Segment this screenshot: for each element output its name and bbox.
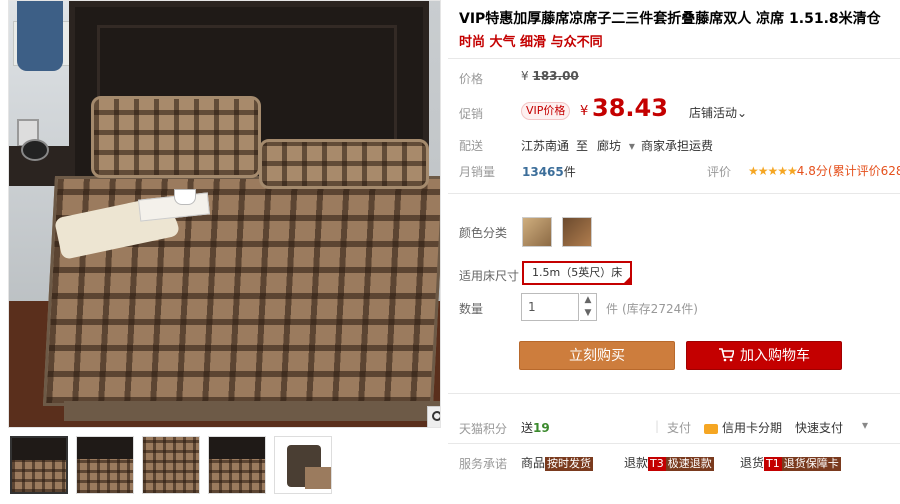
product-title: VIP特惠加厚藤席凉席子二三件套折叠藤席双人 凉席 1.51.8米清仓 bbox=[459, 11, 881, 27]
credit-card-icon bbox=[704, 423, 718, 434]
star-rating-icon: ★★★★★ bbox=[748, 164, 798, 178]
quantity-stepper[interactable]: ▲ ▼ bbox=[580, 293, 597, 321]
fast-refund-badge: 极速退款 bbox=[665, 457, 714, 471]
increment-icon[interactable]: ▲ bbox=[580, 294, 596, 307]
service-return[interactable]: 退货 T1 退货保障卡 bbox=[740, 454, 841, 471]
rating-label: 评价 bbox=[707, 165, 732, 179]
original-price-value: 183.00 bbox=[532, 69, 579, 83]
quick-pay[interactable]: 快速支付 bbox=[795, 419, 843, 436]
quantity-unit: 件 bbox=[606, 302, 619, 316]
shipping-note: 商家承担运费 bbox=[641, 139, 714, 153]
promo-currency: ¥ bbox=[580, 104, 589, 119]
divider bbox=[448, 393, 900, 394]
cart-icon bbox=[719, 348, 736, 362]
chevron-down-icon: ⌄ bbox=[737, 106, 748, 120]
caret-down-icon: ▾ bbox=[628, 139, 635, 153]
thumbnail-4[interactable] bbox=[208, 436, 266, 494]
teacup bbox=[174, 189, 196, 205]
ship-to-select[interactable]: 廊坊 ▾ bbox=[597, 137, 635, 154]
color-label: 颜色分类 bbox=[459, 226, 508, 240]
divider bbox=[448, 193, 900, 194]
points-label: 天猫积分 bbox=[459, 422, 508, 436]
thumbnail-5[interactable] bbox=[274, 436, 332, 494]
pillow-front bbox=[259, 139, 429, 189]
service-goods[interactable]: 商品 按时发货 bbox=[521, 454, 594, 471]
size-option-selected[interactable]: 1.5m（5英尺）床 bbox=[522, 261, 633, 285]
shipping-label: 配送 bbox=[459, 139, 484, 153]
clock bbox=[21, 139, 49, 161]
promo-label: 促销 bbox=[459, 107, 484, 121]
search-icon bbox=[432, 411, 440, 421]
pillow-back bbox=[91, 96, 261, 178]
service-label: 服务承诺 bbox=[459, 457, 508, 471]
pay-label: 支付 bbox=[667, 421, 692, 435]
return-guarantee-badge: 退货保障卡 bbox=[781, 457, 841, 471]
payment-more-icon[interactable]: ▾ bbox=[862, 418, 868, 432]
ship-from: 江苏南通 bbox=[521, 139, 570, 153]
promo-price: 38.43 bbox=[592, 94, 668, 122]
original-price: ¥ 183.00 bbox=[521, 69, 579, 83]
currency-symbol: ¥ bbox=[521, 69, 529, 83]
stock-info: (库存2724件) bbox=[622, 302, 698, 316]
divider bbox=[448, 443, 900, 444]
color-swatch-1[interactable] bbox=[522, 217, 552, 247]
rating-summary[interactable]: ★★★★★4.8分(累计评价628 bbox=[748, 162, 900, 179]
thumbnail-1[interactable] bbox=[10, 436, 68, 494]
zoom-button[interactable] bbox=[427, 406, 440, 427]
product-subtitle: 时尚 大气 细滑 与众不同 bbox=[459, 35, 603, 50]
curtain bbox=[17, 1, 63, 71]
quantity-input[interactable]: 1 bbox=[521, 293, 579, 321]
color-swatch-2[interactable] bbox=[562, 217, 592, 247]
thumbnail-strip bbox=[10, 436, 340, 494]
sales-label: 月销量 bbox=[459, 165, 496, 179]
ship-to-word: 至 bbox=[576, 139, 589, 153]
size-label: 适用床尺寸 bbox=[459, 269, 520, 283]
points-value: 送19 bbox=[521, 421, 550, 435]
sales-count: 13465件 bbox=[522, 165, 576, 179]
service-refund[interactable]: 退款 T3 极速退款 bbox=[624, 454, 714, 471]
main-product-image[interactable] bbox=[8, 0, 441, 428]
store-promo-dropdown[interactable]: 店铺活动⌄ bbox=[689, 104, 747, 121]
divider bbox=[448, 58, 900, 59]
mat-edge bbox=[64, 401, 440, 421]
add-to-cart-button[interactable]: 加入购物车 bbox=[686, 341, 842, 370]
vip-badge: VIP价格 bbox=[521, 102, 571, 120]
price-label: 价格 bbox=[459, 72, 484, 86]
selected-check-icon bbox=[622, 275, 633, 285]
thumbnail-3[interactable] bbox=[142, 436, 200, 494]
vertical-divider: | bbox=[655, 419, 660, 433]
buy-now-button[interactable]: 立刻购买 bbox=[519, 341, 675, 370]
on-time-delivery-badge: 按时发货 bbox=[545, 457, 594, 471]
decrement-icon[interactable]: ▼ bbox=[580, 307, 596, 320]
quantity-label: 数量 bbox=[459, 302, 484, 316]
credit-installment[interactable]: 信用卡分期 bbox=[704, 419, 782, 436]
thumbnail-2[interactable] bbox=[76, 436, 134, 494]
